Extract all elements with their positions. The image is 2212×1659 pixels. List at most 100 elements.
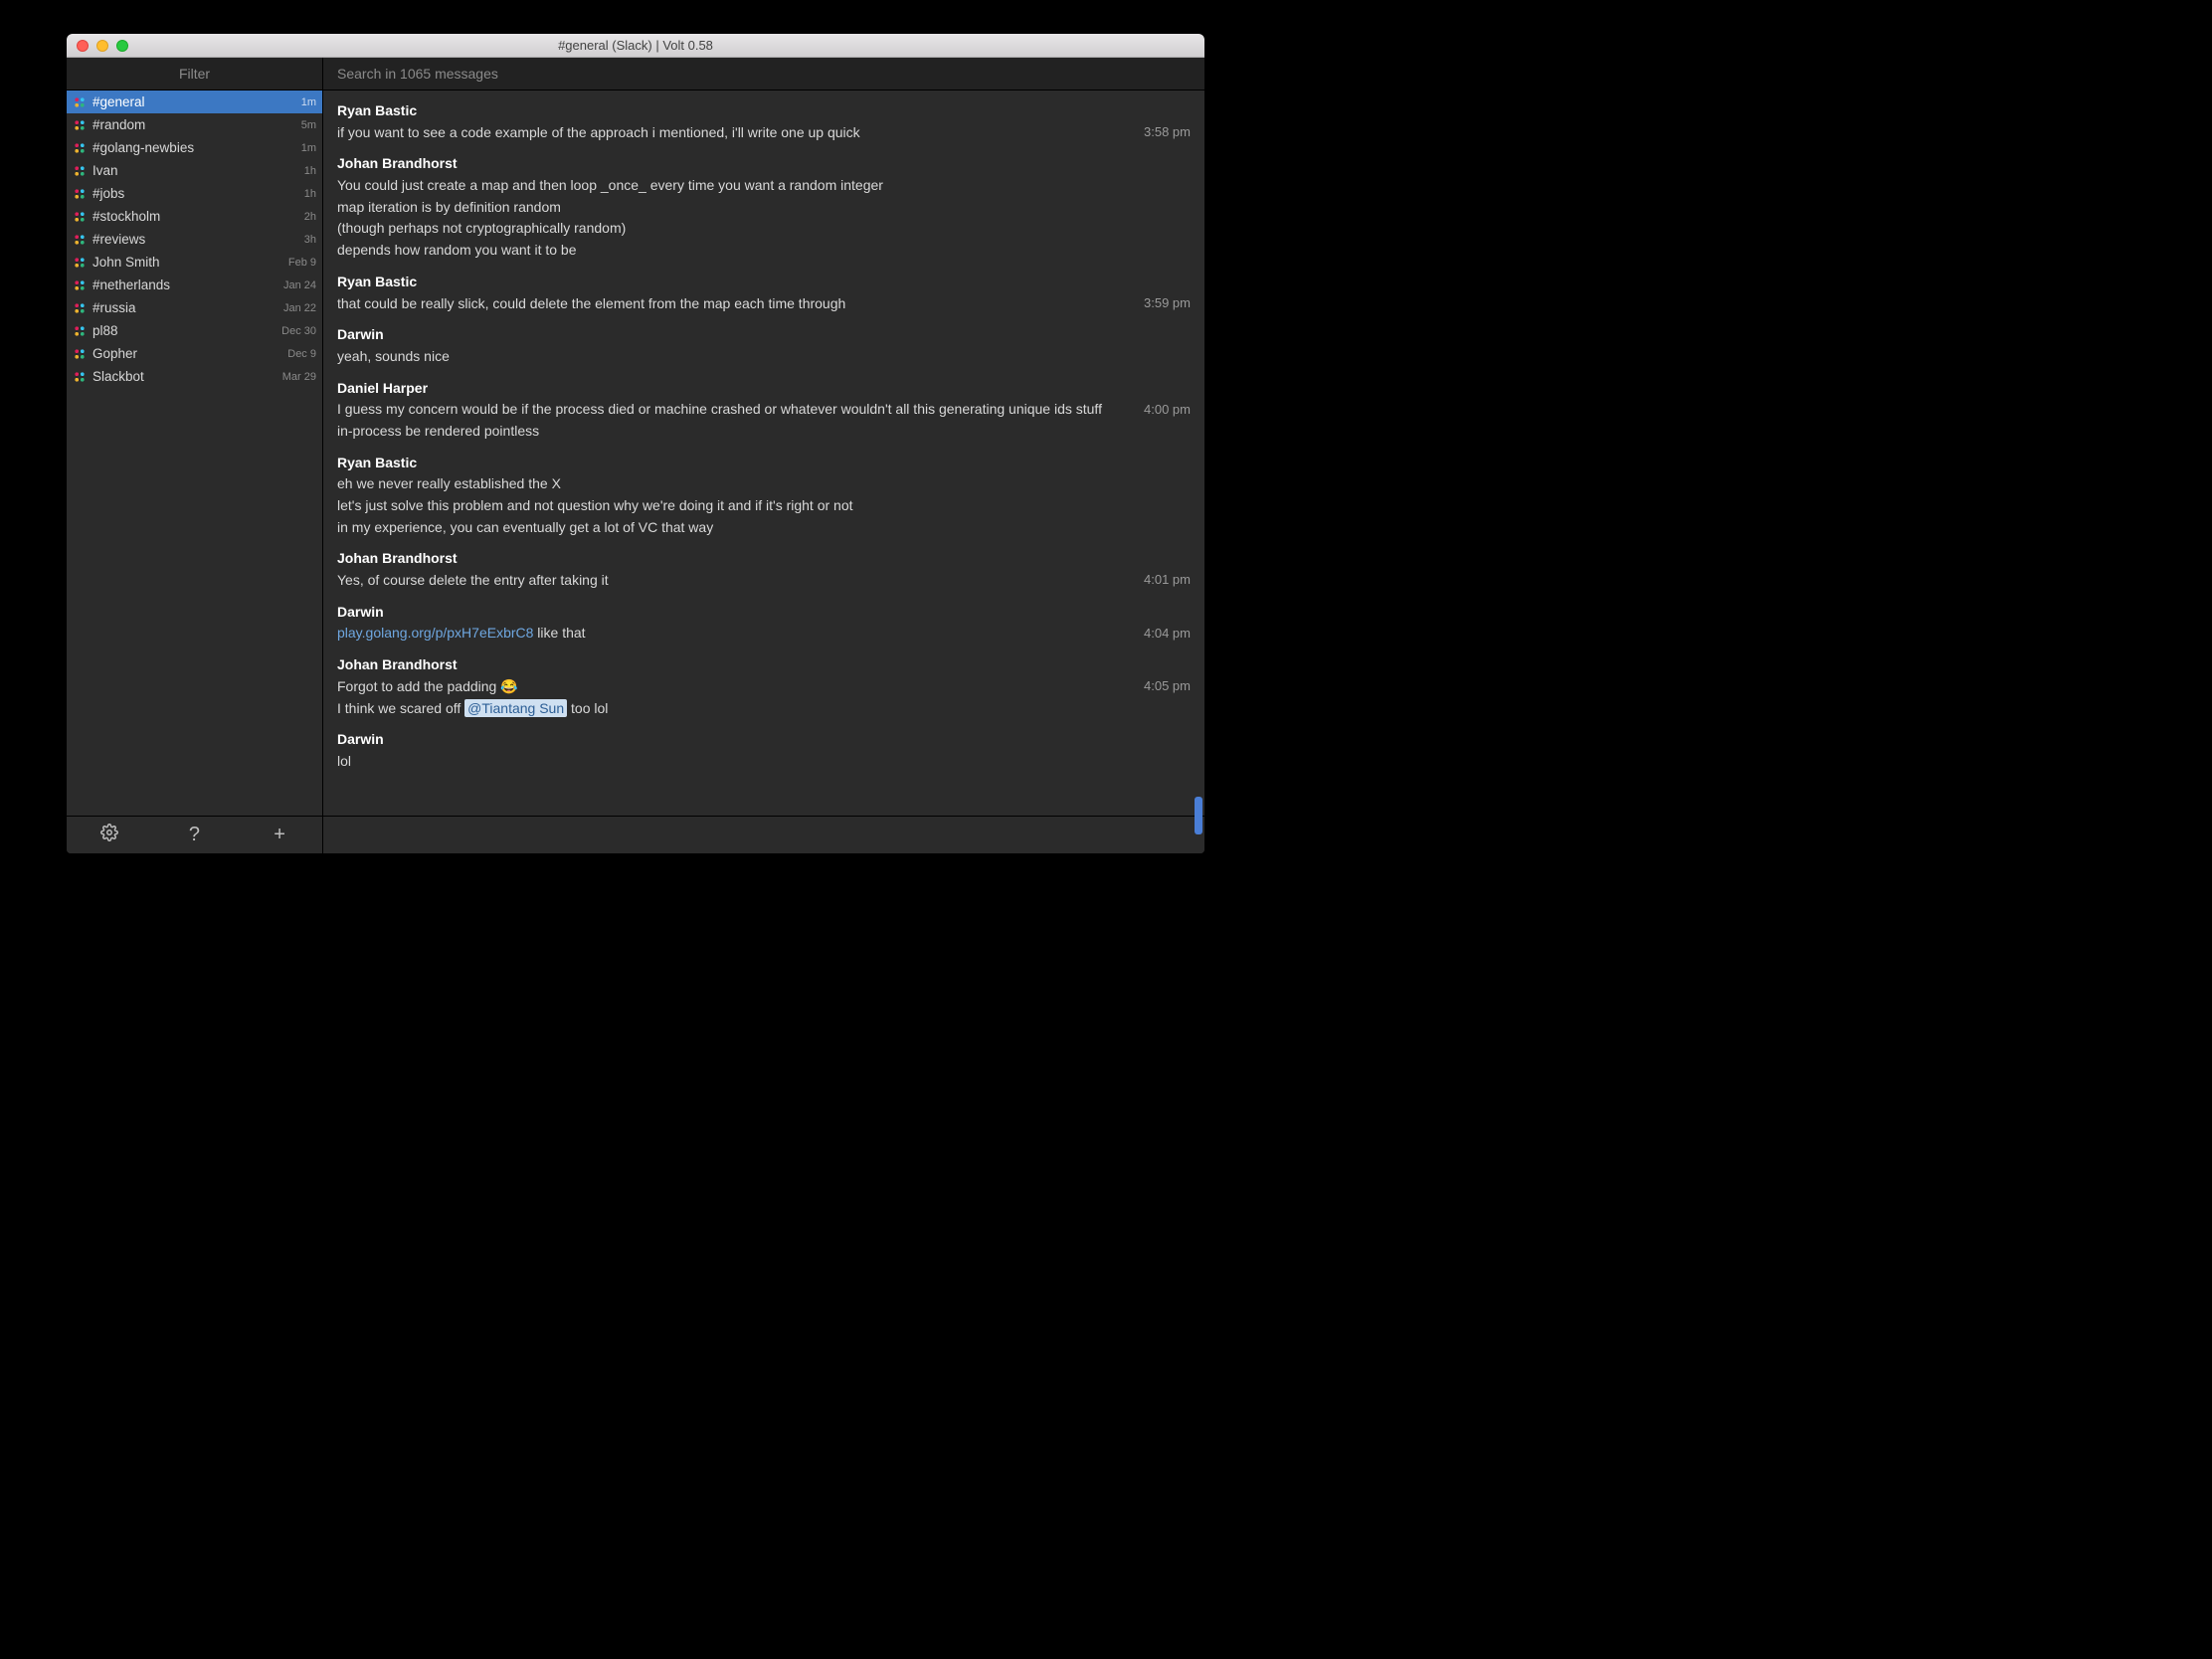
main-panel: Ryan Bastic3:58 pmif you want to see a c…	[323, 91, 1204, 853]
channel-name: Slackbot	[92, 369, 282, 384]
message-author: Johan Brandhorst	[337, 654, 1191, 676]
message-timestamp: 3:58 pm	[1144, 122, 1191, 142]
message-line: depends how random you want it to be	[337, 240, 1191, 262]
channel-row[interactable]: GopherDec 9	[67, 342, 322, 365]
channel-name: John Smith	[92, 255, 288, 270]
window-title: #general (Slack) | Volt 0.58	[67, 38, 1204, 53]
message-line: if you want to see a code example of the…	[337, 122, 1191, 144]
channel-row[interactable]: #golang-newbies1m	[67, 136, 322, 159]
message-group: Johan Brandhorst4:01 pmYes, of course de…	[337, 548, 1191, 591]
slack-icon	[73, 210, 87, 224]
scrollbar-thumb[interactable]	[1195, 797, 1202, 834]
channel-name: pl88	[92, 323, 281, 338]
channel-row[interactable]: #netherlandsJan 24	[67, 274, 322, 296]
message-group: Ryan Bastic3:58 pmif you want to see a c…	[337, 100, 1191, 143]
message-group: Johan BrandhorstYou could just create a …	[337, 153, 1191, 261]
filter-input[interactable]: Filter	[67, 58, 323, 90]
message-line: You could just create a map and then loo…	[337, 175, 1191, 197]
channel-row[interactable]: #jobs1h	[67, 182, 322, 205]
mention[interactable]: @Tiantang Sun	[464, 699, 567, 717]
slack-icon	[73, 301, 87, 315]
slack-icon	[73, 370, 87, 384]
message-timestamp: 4:01 pm	[1144, 570, 1191, 590]
channel-time: 3h	[304, 234, 316, 246]
message-line: Yes, of course delete the entry after ta…	[337, 570, 1191, 592]
channel-name: #general	[92, 94, 301, 109]
body: #general1m#random5m#golang-newbies1mIvan…	[67, 91, 1204, 853]
channel-time: 1h	[304, 188, 316, 200]
channel-row[interactable]: pl88Dec 30	[67, 319, 322, 342]
message-group: Darwinyeah, sounds nice	[337, 324, 1191, 367]
message-line: Forgot to add the padding 😂	[337, 676, 1191, 698]
slack-icon	[73, 118, 87, 132]
message-line: that could be really slick, could delete…	[337, 293, 1191, 315]
channel-name: #stockholm	[92, 209, 304, 224]
message-group: Ryan Bastic3:59 pmthat could be really s…	[337, 272, 1191, 314]
channel-time: Jan 22	[283, 302, 316, 314]
app-window: #general (Slack) | Volt 0.58 Filter Sear…	[67, 34, 1204, 853]
channel-name: #russia	[92, 300, 283, 315]
slack-icon	[73, 278, 87, 292]
message-author: Ryan Bastic	[337, 272, 1191, 293]
message-list[interactable]: Ryan Bastic3:58 pmif you want to see a c…	[323, 91, 1204, 816]
titlebar[interactable]: #general (Slack) | Volt 0.58	[67, 34, 1204, 58]
help-button[interactable]: ?	[152, 824, 237, 846]
slack-icon	[73, 164, 87, 178]
channel-name: Ivan	[92, 163, 304, 178]
message-timestamp: 3:59 pm	[1144, 293, 1191, 313]
message-line: I guess my concern would be if the proce…	[337, 399, 1191, 442]
slack-icon	[73, 95, 87, 109]
channel-time: 1m	[301, 142, 316, 154]
message-author: Johan Brandhorst	[337, 153, 1191, 175]
channel-name: #jobs	[92, 186, 304, 201]
message-timestamp: 4:04 pm	[1144, 624, 1191, 644]
channel-name: #netherlands	[92, 277, 283, 292]
channel-name: #reviews	[92, 232, 304, 247]
slack-icon	[73, 233, 87, 247]
slack-icon	[73, 256, 87, 270]
channel-time: Feb 9	[288, 257, 316, 269]
message-input-area[interactable]	[323, 816, 1204, 853]
channel-name: #random	[92, 117, 301, 132]
message-author: Darwin	[337, 324, 1191, 346]
channel-row[interactable]: John SmithFeb 9	[67, 251, 322, 274]
channel-row[interactable]: #random5m	[67, 113, 322, 136]
message-line: let's just solve this problem and not qu…	[337, 495, 1191, 517]
channel-list[interactable]: #general1m#random5m#golang-newbies1mIvan…	[67, 91, 322, 816]
channel-row[interactable]: #russiaJan 22	[67, 296, 322, 319]
message-group: Johan Brandhorst4:05 pmForgot to add the…	[337, 654, 1191, 719]
message-group: Darwinlol	[337, 729, 1191, 772]
channel-name: Gopher	[92, 346, 287, 361]
slack-icon	[73, 347, 87, 361]
message-author: Ryan Bastic	[337, 100, 1191, 122]
message-line: map iteration is by definition random	[337, 197, 1191, 219]
message-group: Ryan Basticeh we never really establishe…	[337, 453, 1191, 539]
message-text: I think we scared off	[337, 700, 464, 716]
message-line: yeah, sounds nice	[337, 346, 1191, 368]
channel-time: 1m	[301, 96, 316, 108]
channel-row[interactable]: Ivan1h	[67, 159, 322, 182]
channel-row[interactable]: #stockholm2h	[67, 205, 322, 228]
slack-icon	[73, 141, 87, 155]
search-input[interactable]: Search in 1065 messages	[323, 58, 1204, 90]
message-link[interactable]: play.golang.org/p/pxH7eExbrC8	[337, 625, 533, 641]
message-author: Darwin	[337, 729, 1191, 751]
toolbar: Filter Search in 1065 messages	[67, 58, 1204, 91]
settings-button[interactable]	[67, 824, 151, 847]
channel-row[interactable]: #general1m	[67, 91, 322, 113]
channel-row[interactable]: #reviews3h	[67, 228, 322, 251]
message-line: play.golang.org/p/pxH7eExbrC8 like that	[337, 623, 1191, 645]
channel-row[interactable]: SlackbotMar 29	[67, 365, 322, 388]
message-text: like that	[533, 625, 585, 641]
message-author: Darwin	[337, 602, 1191, 624]
compose-button[interactable]: +	[238, 824, 322, 846]
slack-icon	[73, 187, 87, 201]
channel-time: Mar 29	[282, 371, 316, 383]
channel-time: 5m	[301, 119, 316, 131]
message-line: I think we scared off @Tiantang Sun too …	[337, 698, 1191, 720]
message-line: (though perhaps not cryptographically ra…	[337, 218, 1191, 240]
message-group: Daniel Harper4:00 pmI guess my concern w…	[337, 378, 1191, 443]
channel-time: Dec 9	[287, 348, 316, 360]
desktop: #general (Slack) | Volt 0.58 Filter Sear…	[0, 0, 1273, 955]
message-timestamp: 4:00 pm	[1144, 400, 1191, 420]
